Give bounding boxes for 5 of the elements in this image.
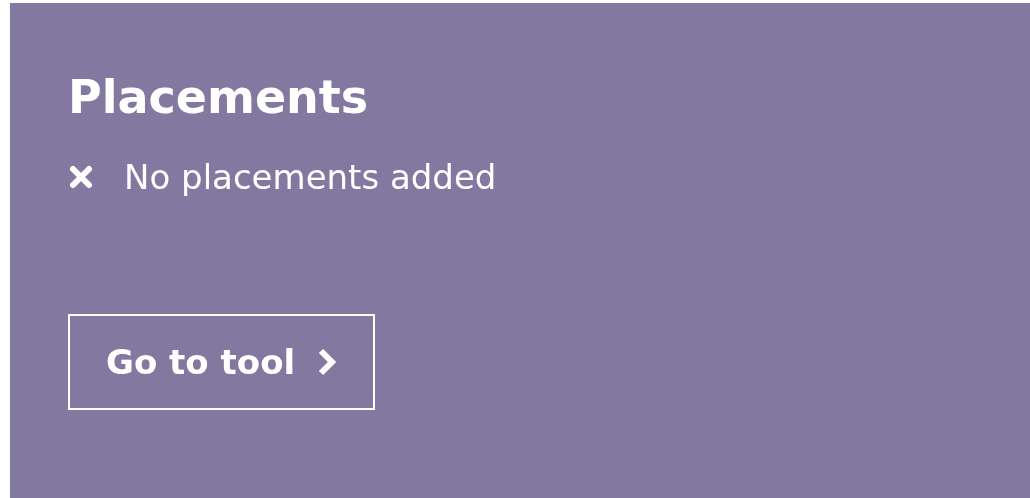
cross-icon bbox=[68, 164, 94, 190]
go-to-tool-button[interactable]: Go to tool bbox=[68, 314, 376, 410]
card-title: Placements bbox=[68, 69, 369, 126]
status-text: No placements added bbox=[124, 157, 497, 197]
chevron-right-icon bbox=[317, 347, 338, 377]
